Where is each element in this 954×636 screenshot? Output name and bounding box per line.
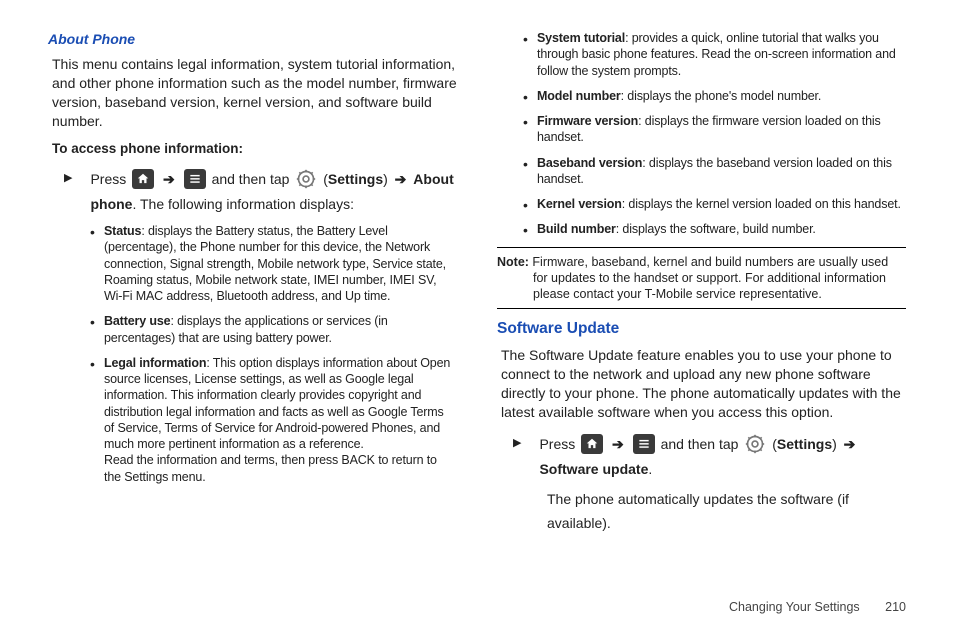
step-tap-text: and then tap (212, 171, 290, 187)
footer-page-number: 210 (885, 600, 906, 614)
arrow-icon: ➔ (844, 436, 856, 452)
note-block: Note: Firmware, baseband, kernel and bui… (497, 247, 906, 310)
bullet-kernel: Kernel version: displays the kernel vers… (523, 196, 906, 212)
step-marker-icon: ▶ (64, 171, 72, 186)
arrow-icon: ➔ (612, 436, 624, 452)
sw-press-text: Press (539, 436, 575, 452)
footer-section: Changing Your Settings (729, 600, 860, 614)
about-phone-intro: This menu contains legal information, sy… (52, 55, 457, 131)
sw-step-tail: The phone automatically updates the soft… (547, 488, 906, 536)
access-info-label: To access phone information: (52, 140, 457, 158)
bullet-legal: Legal information: This option displays … (90, 355, 457, 485)
arrow-icon: ➔ (163, 171, 175, 187)
note-label: Note: (497, 255, 529, 269)
sw-update-label: Software update (539, 461, 648, 477)
software-update-step: ▶ Press ➔ and then tap (Settings) ➔ Soft… (513, 432, 906, 482)
sw-tap-text: and then tap (661, 436, 739, 452)
bullet-battery: Battery use: displays the applications o… (90, 313, 457, 346)
page-footer: Changing Your Settings 210 (729, 599, 906, 616)
step-marker-icon: ▶ (513, 436, 521, 451)
settings-label: Settings (328, 171, 383, 187)
access-step: ▶ Press ➔ and then tap (Settings) ➔ Abou… (64, 167, 457, 217)
gear-icon (744, 433, 766, 455)
software-update-heading: Software Update (497, 319, 906, 340)
step-press-text: Press (90, 171, 126, 187)
about-phone-heading: About Phone (48, 30, 457, 49)
menu-icon (633, 434, 655, 454)
home-icon (581, 434, 603, 454)
gear-icon (295, 168, 317, 190)
bullet-model: Model number: displays the phone's model… (523, 88, 906, 104)
bullet-tutorial: System tutorial: provides a quick, onlin… (523, 30, 906, 79)
bullet-firmware: Firmware version: displays the firmware … (523, 113, 906, 146)
arrow-icon: ➔ (395, 171, 407, 187)
bullet-status: Status: displays the Battery status, the… (90, 223, 457, 304)
menu-icon (184, 169, 206, 189)
step-tail-text: . The following information displays: (132, 196, 354, 212)
bullet-build: Build number: displays the software, bui… (523, 221, 906, 237)
software-update-intro: The Software Update feature enables you … (501, 346, 906, 422)
note-text: Firmware, baseband, kernel and build num… (529, 255, 888, 302)
bullet-baseband: Baseband version: displays the baseband … (523, 155, 906, 188)
sw-settings-label: Settings (777, 436, 832, 452)
home-icon (132, 169, 154, 189)
